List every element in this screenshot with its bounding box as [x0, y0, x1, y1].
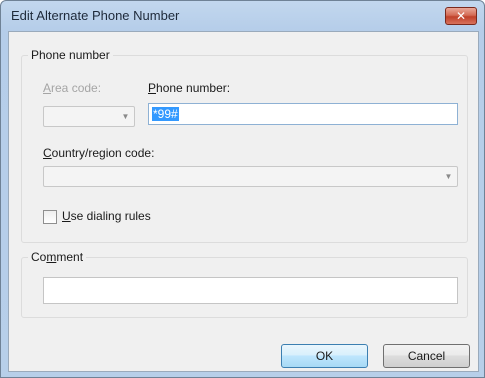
title-bar[interactable]: Edit Alternate Phone Number ✕ — [1, 1, 484, 31]
dialog-window: Edit Alternate Phone Number ✕ Phone numb… — [0, 0, 485, 378]
cancel-button[interactable]: Cancel — [383, 344, 470, 368]
country-code-label: Country/region code: — [43, 146, 155, 160]
area-code-label: Area code: — [43, 81, 102, 95]
country-code-dropdown[interactable]: ▼ — [43, 166, 458, 187]
dialog-client-area: Phone number Area code: ▼ Phone number: … — [8, 31, 479, 372]
chevron-down-icon: ▼ — [121, 112, 130, 121]
phone-number-field[interactable]: *99# — [148, 103, 458, 125]
phone-number-group-legend: Phone number — [31, 48, 110, 62]
comment-group-legend: Comment — [31, 250, 84, 264]
dialing-rules-checkbox[interactable] — [43, 210, 57, 224]
phone-number-value: *99# — [152, 107, 179, 121]
close-icon: ✕ — [455, 9, 467, 23]
dialing-rules-label[interactable]: Use dialing rules — [62, 209, 151, 223]
comment-field[interactable] — [43, 277, 458, 304]
chevron-down-icon: ▼ — [444, 172, 453, 181]
ok-button[interactable]: OK — [281, 344, 368, 368]
area-code-dropdown[interactable]: ▼ — [43, 106, 135, 127]
dialog-title: Edit Alternate Phone Number — [11, 8, 180, 23]
close-button[interactable]: ✕ — [445, 7, 477, 25]
phone-number-label: Phone number: — [148, 81, 231, 95]
